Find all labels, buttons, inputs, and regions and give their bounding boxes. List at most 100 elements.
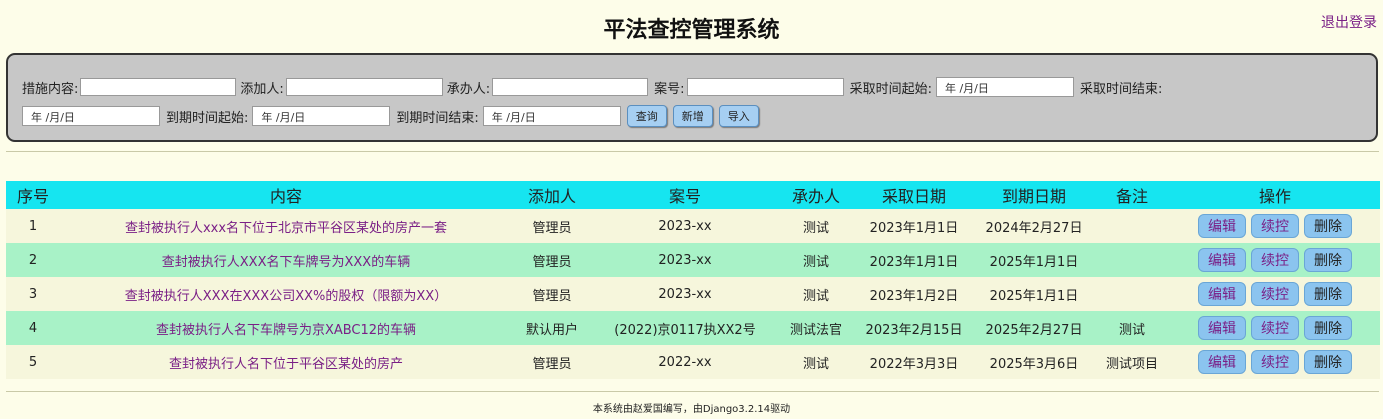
adder-label: 添加人:: [240, 81, 284, 97]
delete-button[interactable]: 删除: [1304, 248, 1352, 272]
cell-no: 1: [6, 209, 60, 243]
header-content: 内容: [60, 181, 512, 209]
handler-label: 承办人:: [446, 81, 491, 97]
delete-button[interactable]: 删除: [1304, 282, 1352, 306]
delete-button[interactable]: 删除: [1304, 350, 1352, 374]
cell-take-date: 2023年1月2日: [854, 277, 974, 311]
continue-control-button[interactable]: 续控: [1251, 316, 1299, 340]
cell-note: 测试项目: [1094, 345, 1170, 379]
edit-button[interactable]: 编辑: [1198, 214, 1246, 238]
header-adder: 添加人: [512, 181, 592, 209]
cell-adder: 管理员: [512, 277, 592, 311]
cell-handler: 测试: [778, 243, 854, 277]
table-header-row: 序号 内容 添加人 案号 承办人 采取日期 到期日期 备注 操作: [6, 181, 1380, 209]
cell-adder: 管理员: [512, 243, 592, 277]
expire-end-date-input[interactable]: 年 /月/日: [482, 106, 621, 126]
handler-input[interactable]: [492, 78, 649, 96]
cell-adder: 默认用户: [512, 311, 592, 345]
edit-button[interactable]: 编辑: [1198, 316, 1246, 340]
table-row: 2 查封被执行人XXX名下车牌号为XXX的车辆 管理员 2023-xx 测试 2023年1…: [6, 243, 1380, 277]
header-take-date: 采取日期: [854, 181, 974, 209]
cell-actions: 编辑 续控 删除: [1170, 277, 1380, 311]
cell-content[interactable]: 查封被执行人XXX在XXX公司XX%的股权（限额为XX）: [60, 277, 512, 311]
cell-case: 2023-xx: [592, 277, 778, 311]
cell-no: 5: [6, 345, 60, 379]
cell-expire-date: 2024年2月27日: [974, 209, 1094, 243]
take-end-date-input[interactable]: 年 /月/日: [22, 106, 160, 126]
expire-start-label: 到期时间起始:: [166, 110, 249, 126]
cell-content[interactable]: 查封被执行人名下车牌号为京XABC12的车辆: [60, 311, 512, 345]
continue-control-button[interactable]: 续控: [1251, 350, 1299, 374]
header-case: 案号: [592, 181, 778, 209]
cell-handler: 测试: [778, 345, 854, 379]
header-no: 序号: [6, 181, 60, 209]
cell-case: 2023-xx: [592, 243, 778, 277]
cell-actions: 编辑 续控 删除: [1170, 209, 1380, 243]
cell-no: 2: [6, 243, 60, 277]
cell-note: [1094, 243, 1170, 277]
cell-take-date: 2022年3月3日: [854, 345, 974, 379]
case-input[interactable]: [686, 78, 844, 96]
footer-text: 本系统由赵爱国编写，由Django3.2.14驱动: [592, 404, 791, 415]
cell-take-date: 2023年2月15日: [854, 311, 974, 345]
cell-expire-date: 2025年1月1日: [974, 243, 1094, 277]
cell-note: [1094, 209, 1170, 243]
add-button[interactable]: 新增: [672, 105, 713, 127]
table-row: 5 查封被执行人名下位于平谷区某处的房产 管理员 2022-xx 测试 2022年3月3日…: [6, 345, 1380, 379]
edit-button[interactable]: 编辑: [1198, 350, 1246, 374]
table-row: 1 查封被执行人xxx名下位于北京市平谷区某处的房产一套 管理员 2023-xx 测试 2…: [6, 209, 1380, 243]
cell-content[interactable]: 查封被执行人名下位于平谷区某处的房产: [60, 345, 512, 379]
query-button[interactable]: 查询: [626, 105, 667, 127]
cell-case: 2022-xx: [592, 345, 778, 379]
cell-take-date: 2023年1月1日: [854, 209, 974, 243]
cell-note: [1094, 277, 1170, 311]
header-handler: 承办人: [778, 181, 854, 209]
page-title: 平法查控管理系统: [603, 18, 780, 43]
content-label: 措施内容:: [22, 81, 79, 97]
delete-button[interactable]: 删除: [1304, 214, 1352, 238]
header-actions: 操作: [1170, 181, 1380, 209]
cell-actions: 编辑 续控 删除: [1170, 311, 1380, 345]
delete-button[interactable]: 删除: [1304, 316, 1352, 340]
continue-control-button[interactable]: 续控: [1251, 248, 1299, 272]
content-input[interactable]: [80, 78, 237, 96]
cell-expire-date: 2025年3月6日: [974, 345, 1094, 379]
adder-input[interactable]: [285, 78, 443, 96]
cell-content[interactable]: 查封被执行人XXX名下车牌号为XXX的车辆: [60, 243, 512, 277]
edit-button[interactable]: 编辑: [1198, 248, 1246, 272]
case-label: 案号:: [654, 81, 685, 97]
cell-content[interactable]: 查封被执行人xxx名下位于北京市平谷区某处的房产一套: [60, 209, 512, 243]
cell-no: 4: [6, 311, 60, 345]
page-header: 平法查控管理系统 退出登录: [0, 0, 1383, 52]
expire-end-label: 到期时间结束:: [396, 110, 479, 126]
header-note: 备注: [1094, 181, 1170, 209]
cell-case: 2023-xx: [592, 209, 778, 243]
cell-adder: 管理员: [512, 209, 592, 243]
cell-actions: 编辑 续控 删除: [1170, 243, 1380, 277]
cell-expire-date: 2025年1月1日: [974, 277, 1094, 311]
table-row: 4 查封被执行人名下车牌号为京XABC12的车辆 默认用户 (2022)京0117执X…: [6, 311, 1380, 345]
cell-note: 测试: [1094, 311, 1170, 345]
records-table: 序号 内容 添加人 案号 承办人 采取日期 到期日期 备注 操作 1 查封被执行人…: [6, 181, 1380, 379]
cell-handler: 测试法官: [778, 311, 854, 345]
cell-handler: 测试: [778, 277, 854, 311]
take-start-date-input[interactable]: 年 /月/日: [935, 77, 1074, 97]
cell-adder: 管理员: [512, 345, 592, 379]
table-row: 3 查封被执行人XXX在XXX公司XX%的股权（限额为XX） 管理员 2023-xx 测…: [6, 277, 1380, 311]
take-start-label: 采取时间起始:: [849, 81, 932, 97]
import-button[interactable]: 导入: [718, 105, 759, 127]
search-panel: 措施内容: 添加人: 承办人: 案号: 采取时间起始: 年 /月/日 采取时间结…: [6, 53, 1378, 142]
continue-control-button[interactable]: 续控: [1251, 214, 1299, 238]
cell-actions: 编辑 续控 删除: [1170, 345, 1380, 379]
cell-expire-date: 2025年2月27日: [974, 311, 1094, 345]
cell-take-date: 2023年1月1日: [854, 243, 974, 277]
cell-handler: 测试: [778, 209, 854, 243]
search-row-2: 年 /月/日 到期时间起始: 年 /月/日 到期时间结束: 年 /月/日 查询 …: [22, 105, 759, 127]
cell-case: (2022)京0117执XX2号: [592, 311, 778, 345]
search-row-1: 措施内容: 添加人: 承办人: 案号: 采取时间起始: 年 /月/日 采取时间结…: [22, 77, 1162, 97]
footer-divider: [6, 391, 1379, 392]
edit-button[interactable]: 编辑: [1198, 282, 1246, 306]
logout-link[interactable]: 退出登录: [1321, 12, 1377, 32]
expire-start-date-input[interactable]: 年 /月/日: [252, 106, 391, 126]
continue-control-button[interactable]: 续控: [1251, 282, 1299, 306]
